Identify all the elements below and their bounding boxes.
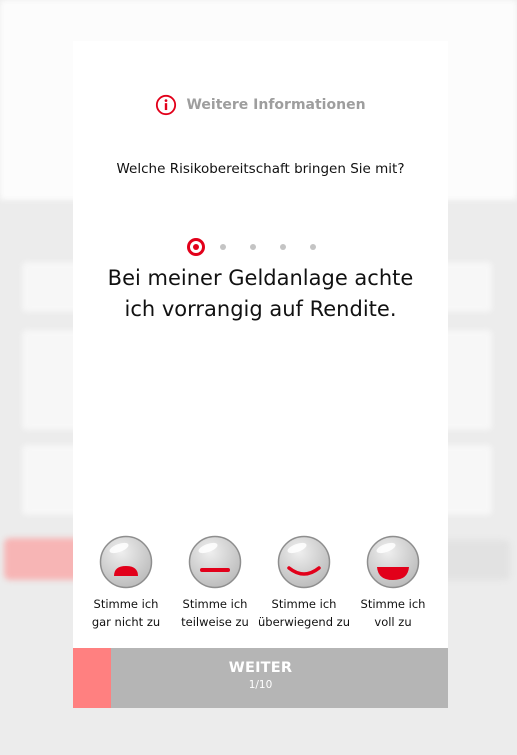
option-label-line2: voll zu [374, 615, 412, 629]
statement-text: Bei meiner Geldanlage achte ich vorrangi… [107, 266, 414, 321]
info-icon [156, 94, 177, 116]
question-counter: 1/10 [248, 679, 273, 691]
option-partly-agree[interactable]: Stimme ich teilweise zu [165, 535, 265, 631]
smile-face-icon [277, 535, 331, 589]
statement-pager [73, 237, 448, 257]
more-info-label: Weitere Informationen [186, 97, 366, 113]
option-fully-agree[interactable]: Stimme ich voll zu [343, 535, 443, 631]
neutral-face-icon [188, 535, 242, 589]
option-label-line2: überwiegend zu [257, 615, 350, 629]
question-heading: Welche Risikobereitschaft bringen Sie mi… [116, 161, 405, 177]
option-label-line1: Stimme ich [360, 597, 426, 611]
answer-options: Stimme ich gar nicht zu Stimme ich teilw… [73, 535, 448, 645]
option-label-line1: Stimme ich [93, 597, 159, 611]
frown-face-icon [99, 535, 153, 589]
next-button[interactable]: WEITER 1/10 [73, 648, 448, 708]
pager-dot[interactable] [220, 244, 226, 250]
next-button-label: WEITER [228, 660, 293, 676]
pager-dot[interactable] [250, 244, 256, 250]
option-mostly-agree[interactable]: Stimme ich überwiegend zu [254, 535, 354, 631]
risk-questionnaire-modal: Weitere Informationen Welche Risikoberei… [73, 41, 448, 708]
option-label-line2: teilweise zu [181, 615, 249, 629]
pager-dot[interactable] [280, 244, 286, 250]
option-disagree[interactable]: Stimme ich gar nicht zu [76, 535, 176, 631]
option-label-line1: Stimme ich [182, 597, 248, 611]
option-label-line1: Stimme ich [271, 597, 337, 611]
pager-dot-active[interactable] [187, 238, 205, 256]
more-info-link[interactable]: Weitere Informationen [73, 93, 448, 117]
next-button-text: WEITER 1/10 [73, 660, 448, 691]
big-smile-face-icon [366, 535, 420, 589]
option-label-line2: gar nicht zu [91, 615, 161, 629]
pager-dot[interactable] [310, 244, 316, 250]
